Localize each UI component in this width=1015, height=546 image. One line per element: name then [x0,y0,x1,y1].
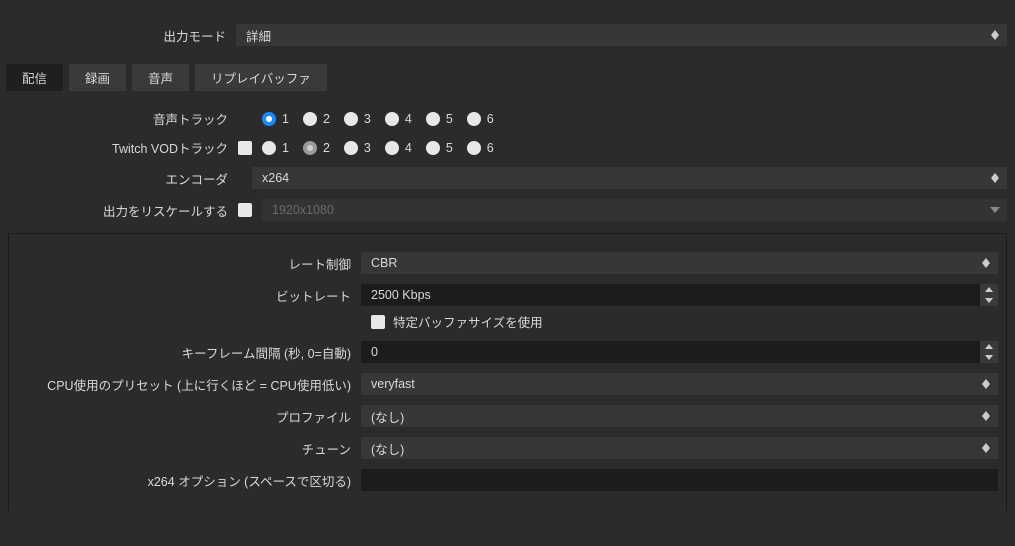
twitch-vod-3[interactable]: 3 [344,141,371,155]
radio-icon [467,112,481,126]
rescale-value: 1920x1080 [272,203,334,217]
tune-label: チューン [17,439,361,458]
audio-track-group: 1 2 3 4 5 6 [262,112,494,126]
rescale-select[interactable]: 1920x1080 [262,199,1007,221]
radio-icon [262,112,276,126]
buffer-size-label: 特定バッファサイズを使用 [393,312,543,331]
bitrate-input[interactable]: 2500 Kbps [361,284,998,306]
tune-select[interactable]: (なし) [361,437,998,459]
keyframe-input[interactable]: 0 [361,341,998,363]
twitch-vod-group: 1 2 3 4 5 6 [262,141,494,155]
radio-icon [303,112,317,126]
bitrate-value: 2500 Kbps [361,288,980,302]
output-mode-select[interactable]: 詳細 [236,24,1007,46]
audio-track-label: 音声トラック [8,109,238,128]
updown-icon [978,373,994,395]
twitch-vod-6[interactable]: 6 [467,141,494,155]
radio-icon [344,112,358,126]
twitch-vod-4[interactable]: 4 [385,141,412,155]
x264opts-input[interactable] [361,469,998,491]
tab-stream[interactable]: 配信 [6,64,63,91]
radio-icon [385,112,399,126]
audio-track-6[interactable]: 6 [467,112,494,126]
twitch-vod-label: Twitch VODトラック [8,138,238,157]
audio-track-5[interactable]: 5 [426,112,453,126]
rate-control-select[interactable]: CBR [361,252,998,274]
bitrate-step-down[interactable] [980,295,998,306]
radio-icon [467,141,481,155]
encoder-label: エンコーダ [8,169,238,188]
twitch-vod-2[interactable]: 2 [303,141,330,155]
tab-replay[interactable]: リプレイバッファ [195,64,327,91]
output-mode-value: 詳細 [246,26,271,45]
radio-icon [344,141,358,155]
tune-value: (なし) [371,439,404,458]
rate-control-value: CBR [371,256,397,270]
encoder-settings-panel: レート制御 CBR ビットレート 2500 Kbps 特定バッファサイズを使用 … [8,233,1007,511]
twitch-vod-checkbox[interactable] [238,141,252,155]
cpu-preset-label: CPU使用のプリセット (上に行くほど = CPU使用低い) [17,375,361,394]
keyframe-step-up[interactable] [980,341,998,352]
tab-record[interactable]: 録画 [69,64,126,91]
chevron-down-icon [987,199,1003,221]
output-tabs: 配信 録画 音声 リプレイバッファ [0,64,1015,91]
x264opts-label: x264 オプション (スペースで区切る) [17,471,361,490]
keyframe-step-down[interactable] [980,352,998,363]
radio-icon [426,141,440,155]
updown-icon [978,437,994,459]
bitrate-step-up[interactable] [980,284,998,295]
twitch-vod-5[interactable]: 5 [426,141,453,155]
keyframe-label: キーフレーム間隔 (秒, 0=自動) [17,343,361,362]
audio-track-2[interactable]: 2 [303,112,330,126]
radio-icon [262,141,276,155]
rescale-checkbox[interactable] [238,203,252,217]
encoder-value: x264 [262,171,289,185]
updown-icon [987,24,1003,46]
twitch-vod-1[interactable]: 1 [262,141,289,155]
tab-audio[interactable]: 音声 [132,64,189,91]
cpu-preset-value: veryfast [371,377,415,391]
bitrate-label: ビットレート [17,286,361,305]
radio-icon [426,112,440,126]
rate-control-label: レート制御 [17,254,361,273]
keyframe-value: 0 [361,345,980,359]
profile-select[interactable]: (なし) [361,405,998,427]
encoder-select[interactable]: x264 [252,167,1007,189]
audio-track-4[interactable]: 4 [385,112,412,126]
updown-icon [978,405,994,427]
profile-value: (なし) [371,407,404,426]
radio-icon [385,141,399,155]
audio-track-1[interactable]: 1 [262,112,289,126]
updown-icon [987,167,1003,189]
updown-icon [978,252,994,274]
profile-label: プロファイル [17,407,361,426]
radio-icon [303,141,317,155]
cpu-preset-select[interactable]: veryfast [361,373,998,395]
audio-track-3[interactable]: 3 [344,112,371,126]
output-mode-label: 出力モード [6,26,236,45]
buffer-size-checkbox[interactable] [371,315,385,329]
rescale-label: 出力をリスケールする [8,201,238,220]
